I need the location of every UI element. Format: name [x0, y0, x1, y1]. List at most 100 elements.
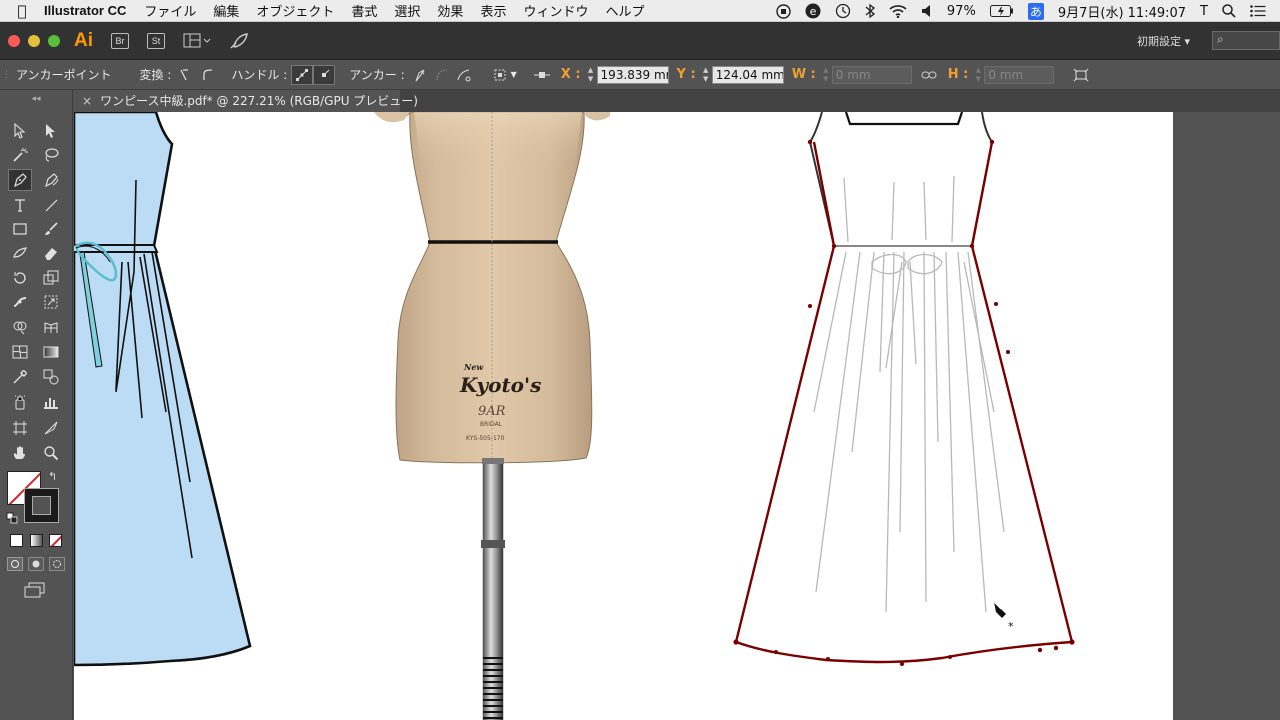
- shape-builder-tool-icon[interactable]: [8, 316, 32, 338]
- h-stepper[interactable]: ▲ ▼: [972, 66, 984, 84]
- remove-anchor-icon[interactable]: [409, 65, 431, 85]
- magic-wand-tool-icon[interactable]: [8, 144, 32, 166]
- show-handles-icon[interactable]: [291, 64, 314, 85]
- apple-icon[interactable]: : [0, 2, 44, 20]
- direct-selection-tool-icon[interactable]: [39, 120, 63, 142]
- record-icon[interactable]: [776, 3, 791, 19]
- color-mode-solid-icon[interactable]: [10, 534, 23, 547]
- lasso-tool-icon[interactable]: [39, 144, 63, 166]
- canvas[interactable]: New Kyoto's 9AR BRIDAL KYS-505-170 *: [74, 112, 1280, 720]
- gpu-performance-icon[interactable]: [229, 32, 249, 50]
- close-tab-icon[interactable]: ×: [82, 94, 92, 108]
- notification-center-icon[interactable]: [1250, 5, 1266, 17]
- zoom-window-button[interactable]: [48, 34, 60, 47]
- input-method-indicator[interactable]: あ: [1027, 2, 1044, 20]
- volume-icon[interactable]: [921, 4, 933, 18]
- hand-tool-icon[interactable]: [8, 442, 32, 464]
- document-tab[interactable]: × ワンピース中級.pdf* @ 227.21% (RGB/GPU プレビュー): [74, 90, 418, 112]
- scale-tool-icon[interactable]: [39, 267, 63, 289]
- paintbrush-tool-icon[interactable]: [39, 218, 63, 240]
- bridge-button[interactable]: Br: [111, 32, 129, 49]
- control-bar: ⋮ アンカーポイント 変換 : ハンドル : アンカー : ▼ X : ▲ ▼ 1…: [0, 60, 1280, 90]
- menu-file[interactable]: ファイル: [144, 1, 196, 20]
- select-similar-dropdown[interactable]: ▼: [511, 70, 517, 79]
- x-label: X :: [560, 67, 581, 82]
- pen-tool-icon[interactable]: [8, 169, 32, 191]
- width-tool-icon[interactable]: [8, 291, 32, 313]
- clock[interactable]: 9月7日(水) 11:49:07: [1058, 2, 1186, 21]
- color-mode-none-icon[interactable]: [49, 534, 62, 547]
- app-menu[interactable]: Illustrator CC: [44, 3, 126, 18]
- stock-button[interactable]: St: [147, 32, 165, 49]
- bluetooth-icon[interactable]: [865, 3, 875, 19]
- stroke-swatch[interactable]: [24, 488, 59, 523]
- menu-window[interactable]: ウィンドウ: [523, 1, 588, 20]
- zoom-tool-icon[interactable]: [39, 442, 63, 464]
- column-graph-tool-icon[interactable]: [39, 391, 63, 413]
- default-fill-stroke-icon[interactable]: [6, 512, 18, 524]
- type-tool-icon[interactable]: [8, 194, 32, 216]
- time-machine-icon[interactable]: [835, 3, 851, 19]
- w-stepper[interactable]: ▲ ▼: [820, 66, 832, 84]
- eyedropper-tool-icon[interactable]: [8, 366, 32, 388]
- artboard[interactable]: New Kyoto's 9AR BRIDAL KYS-505-170 *: [74, 112, 1173, 720]
- rectangle-tool-icon[interactable]: [8, 218, 32, 240]
- connect-anchors-icon[interactable]: [431, 65, 453, 85]
- convert-to-smooth-icon[interactable]: [197, 65, 219, 85]
- cut-path-icon[interactable]: [453, 65, 475, 85]
- gradient-tool-icon[interactable]: [39, 341, 63, 363]
- shaper-tool-icon[interactable]: [8, 242, 32, 264]
- color-mode-gradient-icon[interactable]: [30, 534, 43, 547]
- minimize-window-button[interactable]: [28, 34, 40, 47]
- menu-view[interactable]: 表示: [480, 1, 506, 20]
- menu-effect[interactable]: 効果: [437, 1, 463, 20]
- mesh-tool-icon[interactable]: [8, 341, 32, 363]
- perspective-grid-tool-icon[interactable]: [39, 316, 63, 338]
- hide-handles-icon[interactable]: [313, 64, 336, 85]
- eraser-tool-icon[interactable]: [39, 242, 63, 264]
- handle-label: ハンドル :: [231, 68, 288, 82]
- selection-tool-icon[interactable]: [8, 120, 32, 142]
- slice-tool-icon[interactable]: [39, 417, 63, 439]
- curvature-tool-icon[interactable]: [39, 169, 63, 191]
- user-menu[interactable]: T: [1200, 4, 1208, 19]
- reference-point-icon[interactable]: [531, 65, 553, 85]
- y-field[interactable]: 124.04 mm: [711, 65, 784, 84]
- rotate-tool-icon[interactable]: [8, 267, 32, 289]
- menu-object[interactable]: オブジェクト: [256, 1, 334, 20]
- artboard-tool-icon[interactable]: [8, 417, 32, 439]
- battery-icon[interactable]: [989, 5, 1014, 17]
- swap-fill-stroke-icon[interactable]: ↰: [48, 470, 57, 483]
- artwork[interactable]: New Kyoto's 9AR BRIDAL KYS-505-170 *: [74, 112, 1173, 720]
- isolate-object-icon[interactable]: [1070, 65, 1092, 85]
- menu-type[interactable]: 書式: [351, 1, 377, 20]
- line-tool-icon[interactable]: [39, 194, 63, 216]
- tools-collapse[interactable]: ◂◂: [0, 90, 72, 108]
- spotlight-icon[interactable]: [1222, 4, 1236, 18]
- free-transform-tool-icon[interactable]: [39, 291, 63, 313]
- evernote-icon[interactable]: e: [805, 3, 821, 19]
- x-field[interactable]: 193.839 mm: [596, 65, 669, 84]
- h-field[interactable]: 0 mm: [984, 65, 1055, 84]
- menu-edit[interactable]: 編集: [213, 1, 239, 20]
- close-window-button[interactable]: [8, 34, 20, 47]
- workspace-switcher[interactable]: 初期設定 ▾: [1137, 33, 1190, 49]
- link-proportions-icon[interactable]: [918, 65, 940, 85]
- menu-select[interactable]: 選択: [394, 1, 420, 20]
- screen-mode-icon[interactable]: [24, 582, 46, 601]
- menu-help[interactable]: ヘルプ: [605, 1, 644, 20]
- y-stepper[interactable]: ▲ ▼: [700, 66, 712, 84]
- w-field[interactable]: 0 mm: [831, 65, 912, 84]
- convert-to-corner-icon[interactable]: [175, 65, 197, 85]
- help-search-input[interactable]: ⌕: [1212, 31, 1280, 50]
- select-similar-icon[interactable]: [489, 65, 511, 85]
- arrange-documents-icon[interactable]: [183, 33, 211, 49]
- blend-tool-icon[interactable]: [39, 366, 63, 388]
- symbol-sprayer-tool-icon[interactable]: [8, 391, 32, 413]
- y-label: Y :: [676, 67, 696, 82]
- illustrator-logo: Ai: [74, 29, 93, 51]
- drawing-modes-icon[interactable]: [7, 557, 65, 572]
- wifi-icon[interactable]: [889, 4, 907, 18]
- control-grip[interactable]: ⋮: [2, 70, 12, 80]
- x-stepper[interactable]: ▲ ▼: [585, 66, 597, 84]
